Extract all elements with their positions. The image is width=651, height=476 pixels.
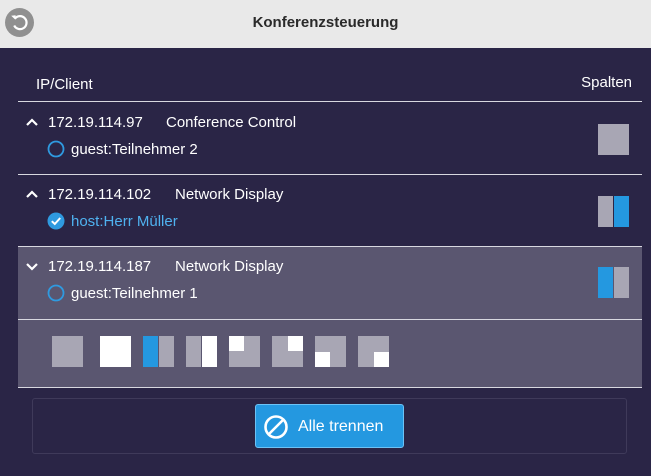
layout-options-panel — [18, 320, 642, 388]
client-role: guest:Teilnehmer 2 — [71, 141, 198, 158]
layout-split-blue-gray-icon[interactable] — [143, 336, 174, 367]
title-bar: Konferenzsteuerung — [0, 0, 651, 48]
layout-preview-split-blue-gray-icon[interactable] — [598, 267, 629, 298]
client-ip: 172.19.114.102 — [48, 186, 152, 203]
chevron-down-icon[interactable] — [25, 261, 39, 271]
disconnect-all-label: Alle trennen — [298, 418, 384, 435]
unselected-circle-icon[interactable] — [47, 140, 65, 158]
layout-quad-bottomright-icon[interactable] — [358, 336, 389, 367]
unselected-circle-icon[interactable] — [47, 284, 65, 302]
layout-preview-full-gray-icon[interactable] — [598, 124, 629, 155]
column-header-spalten: Spalten — [581, 74, 632, 91]
disconnect-all-button[interactable]: Alle trennen — [255, 404, 404, 448]
chevron-up-icon[interactable] — [25, 189, 39, 199]
client-device: Conference Control — [166, 114, 297, 131]
prohibited-icon — [264, 415, 288, 439]
layout-quad-bottomleft-icon[interactable] — [315, 336, 346, 367]
column-header-ip-client: IP/Client — [36, 76, 93, 93]
footer: Alle trennen — [32, 398, 627, 454]
client-row[interactable]: 172.19.114.97 Conference Control guest:T… — [18, 103, 642, 175]
layout-full-gray-icon[interactable] — [52, 336, 83, 367]
client-device: Network Display — [175, 186, 284, 203]
table-header: IP/Client Spalten — [18, 70, 642, 102]
layout-preview-split-gray-blue-icon[interactable] — [598, 196, 629, 227]
client-ip: 172.19.114.187 — [48, 258, 152, 275]
layout-full-white-icon[interactable] — [100, 336, 131, 367]
client-role: guest:Teilnehmer 1 — [71, 285, 198, 302]
client-device: Network Display — [175, 258, 284, 275]
layout-split-gray-white-icon[interactable] — [186, 336, 217, 367]
layout-quad-topleft-icon[interactable] — [229, 336, 260, 367]
client-row-expanded[interactable]: 172.19.114.187 Network Display guest:Tei… — [18, 247, 642, 320]
client-row[interactable]: 172.19.114.102 Network Display host:Herr… — [18, 175, 642, 247]
checked-circle-icon[interactable] — [47, 212, 65, 230]
chevron-up-icon[interactable] — [25, 117, 39, 127]
page-title: Konferenzsteuerung — [252, 14, 399, 31]
client-role: host:Herr Müller — [71, 213, 178, 230]
client-ip: 172.19.114.97 — [48, 114, 143, 131]
layout-quad-topright-icon[interactable] — [272, 336, 303, 367]
